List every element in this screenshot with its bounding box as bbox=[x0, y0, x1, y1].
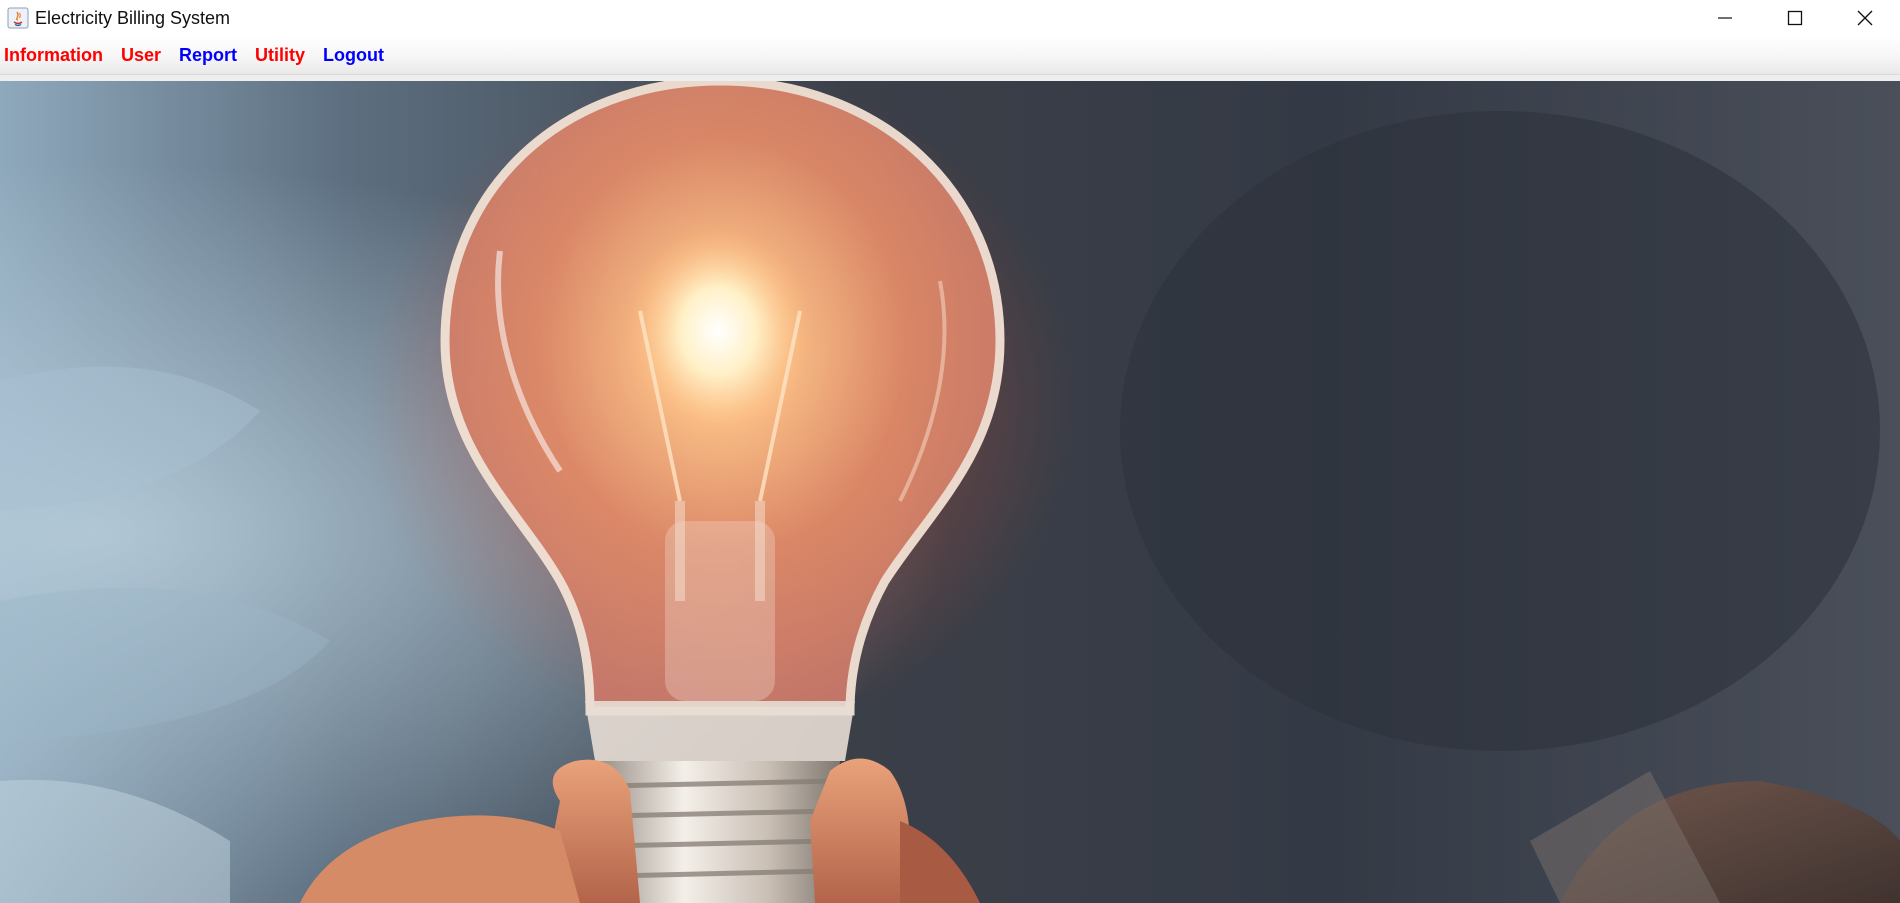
menu-logout[interactable]: Logout bbox=[319, 36, 393, 74]
menu-information[interactable]: Information bbox=[0, 36, 112, 74]
window-controls bbox=[1690, 0, 1900, 36]
menu-report[interactable]: Report bbox=[175, 36, 246, 74]
light-bulb-image bbox=[0, 81, 1900, 903]
close-icon bbox=[1857, 10, 1873, 26]
maximize-button[interactable] bbox=[1760, 0, 1830, 36]
window-title: Electricity Billing System bbox=[35, 7, 231, 28]
title-bar[interactable]: Electricity Billing System bbox=[0, 0, 1900, 36]
java-app-icon bbox=[7, 7, 29, 29]
app-window: Electricity Billing System Information U… bbox=[0, 0, 1900, 903]
minimize-icon bbox=[1718, 17, 1732, 19]
minimize-button[interactable] bbox=[1690, 0, 1760, 36]
maximize-icon bbox=[1787, 10, 1803, 26]
menu-utility[interactable]: Utility bbox=[251, 36, 314, 74]
menu-bar: Information User Report Utility Logout bbox=[0, 36, 1900, 75]
menu-user[interactable]: User bbox=[117, 36, 170, 74]
background-image-panel bbox=[0, 81, 1900, 903]
close-button[interactable] bbox=[1830, 0, 1900, 36]
